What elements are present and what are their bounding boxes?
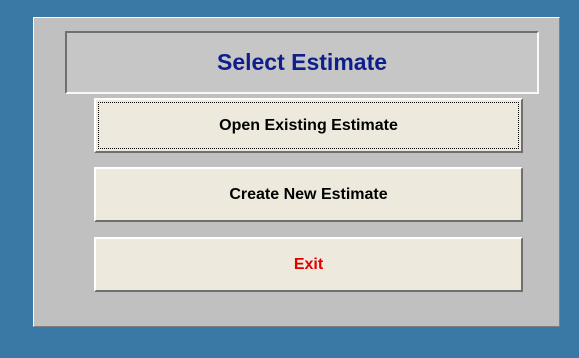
select-estimate-form: Select Estimate Open Existing Estimate C… <box>33 17 560 327</box>
form-title: Select Estimate <box>216 49 388 75</box>
open-existing-estimate-button[interactable]: Open Existing Estimate <box>94 98 523 153</box>
exit-button[interactable]: Exit <box>94 237 523 292</box>
title-frame: Select Estimate <box>65 31 539 94</box>
create-new-estimate-button[interactable]: Create New Estimate <box>94 167 523 222</box>
